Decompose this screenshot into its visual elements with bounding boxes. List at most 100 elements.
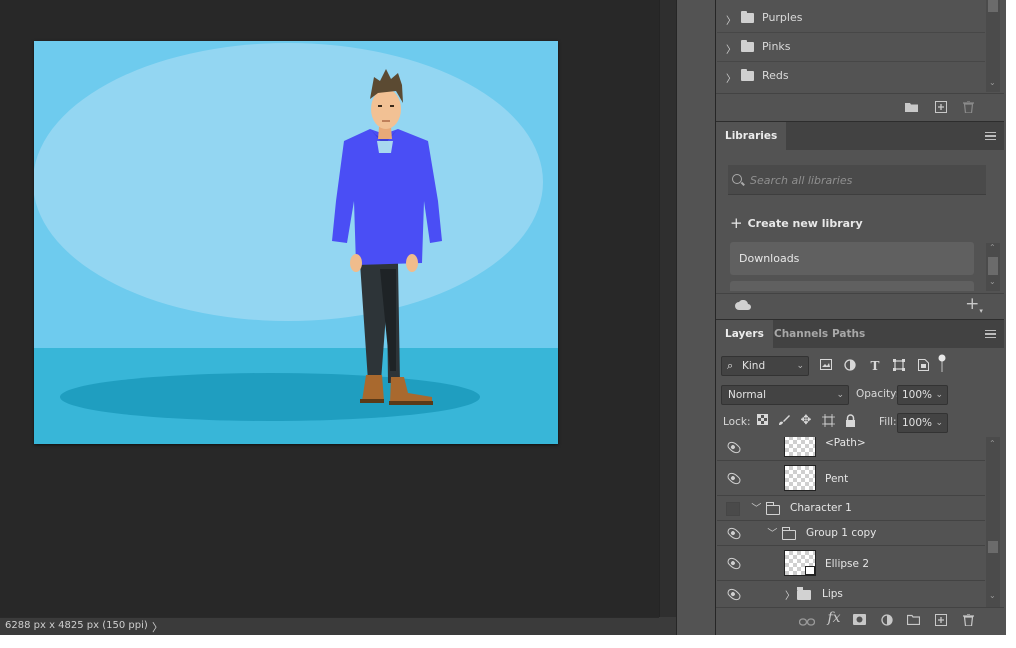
visibility-eye-icon[interactable] [725, 586, 743, 603]
chevron-right-icon[interactable]: 〉 [726, 12, 736, 27]
fill-value: 100% [902, 417, 933, 429]
visibility-eye-icon[interactable] [725, 525, 743, 542]
layer-row-pent[interactable]: Pent [717, 461, 985, 496]
artwork-illustration [34, 41, 558, 444]
swatch-group-purples[interactable]: 〉 Purples [717, 5, 985, 33]
delete-trash-icon[interactable] [962, 100, 975, 114]
group-folder-icon [781, 527, 796, 540]
chevron-down-icon[interactable]: ⌄ [935, 386, 943, 404]
smart-object-filter-icon[interactable] [916, 359, 930, 373]
create-new-library-button[interactable]: + Create new library [730, 213, 863, 232]
shape-layer-badge-icon [805, 566, 815, 575]
filter-toggle-icon[interactable] [935, 354, 949, 372]
fill-field[interactable]: 100% ⌄ [897, 413, 948, 433]
window-right-edge [1006, 0, 1016, 648]
lock-position-move-icon[interactable]: ✥ [799, 414, 813, 428]
folder-icon [741, 69, 754, 81]
group-folder-icon [797, 587, 811, 600]
chevron-right-icon[interactable]: 〉 [726, 41, 736, 56]
layer-name: Pent [825, 473, 849, 485]
new-adjustment-layer-icon[interactable] [880, 614, 893, 626]
library-item-label: Downloads [739, 252, 800, 265]
scroll-down-icon[interactable]: ⌄ [989, 277, 996, 286]
new-layer-icon[interactable] [934, 614, 947, 626]
layer-name: Character 1 [790, 502, 852, 514]
scroll-thumb[interactable] [988, 541, 998, 553]
panel-menu-icon[interactable] [985, 330, 996, 338]
scroll-thumb[interactable] [988, 0, 998, 12]
layer-style-fx-icon[interactable]: fx [826, 611, 842, 625]
visibility-eye-icon[interactable] [725, 555, 743, 572]
cloud-icon[interactable] [735, 299, 751, 312]
lock-transparent-pixels-icon[interactable] [755, 414, 769, 428]
document-canvas[interactable] [34, 41, 558, 444]
swatches-panel: 〉 Purples 〉 Pinks 〉 Reds ⌄ [716, 0, 1004, 93]
blend-mode-select[interactable]: Normal ⌄ [721, 385, 849, 405]
libraries-footer: +▾ [716, 293, 1004, 319]
status-expand-arrow-icon[interactable]: 〉 [152, 619, 163, 635]
shape-layer-filter-icon[interactable] [892, 359, 906, 373]
libraries-scrollbar[interactable]: ⌃ ⌄ [986, 243, 1000, 291]
library-item-downloads[interactable]: Downloads [730, 242, 974, 275]
workspace-vertical-scrollbar[interactable] [659, 0, 676, 635]
adjustment-layer-filter-icon[interactable] [843, 359, 857, 373]
swatch-group-pinks[interactable]: 〉 Pinks [717, 34, 985, 62]
chevron-right-icon[interactable]: 〉 [726, 70, 736, 85]
search-icon: ⌕ [727, 359, 734, 372]
folder-icon [741, 40, 754, 52]
filter-kind-select[interactable]: ⌕ Kind ⌄ [721, 356, 809, 376]
layer-name: <Path> [825, 437, 866, 449]
scroll-thumb[interactable] [988, 257, 998, 275]
layer-row-group-1-copy[interactable]: 〉 Group 1 copy [717, 521, 985, 546]
lock-image-pixels-brush-icon[interactable] [777, 414, 791, 428]
layer-row-ellipse-2[interactable]: Ellipse 2 [717, 546, 985, 581]
layers-tabbar: Layers Channels Paths [716, 319, 1004, 349]
scroll-down-icon[interactable]: ⌄ [989, 591, 996, 600]
visibility-eye-icon[interactable] [725, 470, 743, 487]
layer-row-character-1[interactable]: 〉 Character 1 [717, 496, 985, 521]
scroll-down-icon[interactable]: ⌄ [989, 78, 996, 87]
library-item-partial[interactable] [730, 281, 974, 291]
lock-all-icon[interactable] [843, 414, 857, 428]
scroll-up-icon[interactable]: ⌃ [989, 243, 996, 252]
plus-icon: + [730, 214, 743, 232]
swatch-group-label: Pinks [762, 40, 791, 53]
chevron-down-icon[interactable]: ⌄ [935, 414, 943, 432]
add-element-plus-icon[interactable]: +▾ [965, 296, 983, 316]
lock-artboard-icon[interactable] [821, 414, 835, 428]
opacity-field[interactable]: 100% ⌄ [897, 385, 948, 405]
new-group-folder-icon[interactable] [906, 614, 921, 626]
layer-name: Group 1 copy [806, 527, 877, 539]
chevron-right-icon[interactable]: 〉 [785, 587, 795, 602]
swatches-footer [716, 93, 1004, 120]
swatches-scrollbar[interactable]: ⌄ [986, 0, 1000, 92]
lock-label: Lock: [723, 416, 751, 428]
swatch-group-label: Reds [762, 69, 789, 82]
visibility-eye-icon[interactable] [725, 439, 743, 456]
library-search-box[interactable] [728, 165, 986, 195]
layer-row-lips[interactable]: 〉 Lips [717, 581, 985, 607]
layer-row-path[interactable]: <Path> [717, 437, 985, 461]
scroll-up-icon[interactable]: ⌃ [989, 439, 996, 448]
document-workspace[interactable] [0, 0, 659, 617]
visibility-off-box[interactable] [726, 502, 740, 516]
add-mask-icon[interactable] [853, 614, 866, 626]
tab-paths[interactable]: Paths [823, 320, 874, 349]
filter-kind-value: Kind [742, 360, 766, 372]
blend-mode-value: Normal [728, 389, 766, 401]
panel-menu-icon[interactable] [985, 132, 996, 140]
chevron-down-icon[interactable]: 〉 [750, 503, 765, 513]
new-swatch-icon[interactable] [934, 101, 947, 113]
chevron-down-icon[interactable]: 〉 [766, 528, 781, 538]
pixel-layer-filter-icon[interactable] [819, 359, 833, 373]
tab-libraries[interactable]: Libraries [716, 122, 787, 151]
link-layers-icon[interactable] [798, 616, 816, 628]
document-size-info[interactable]: 6288 px x 4825 px (150 ppi) [5, 620, 148, 631]
delete-layer-trash-icon[interactable] [962, 613, 975, 627]
new-group-folder-icon[interactable] [905, 101, 918, 113]
type-layer-filter-icon[interactable]: T [868, 359, 882, 373]
layers-scrollbar[interactable]: ⌃ ⌄ [986, 437, 1000, 607]
layers-footer: fx [716, 607, 1004, 635]
swatch-group-reds[interactable]: 〉 Reds [717, 63, 985, 91]
library-search-input[interactable] [750, 171, 980, 189]
